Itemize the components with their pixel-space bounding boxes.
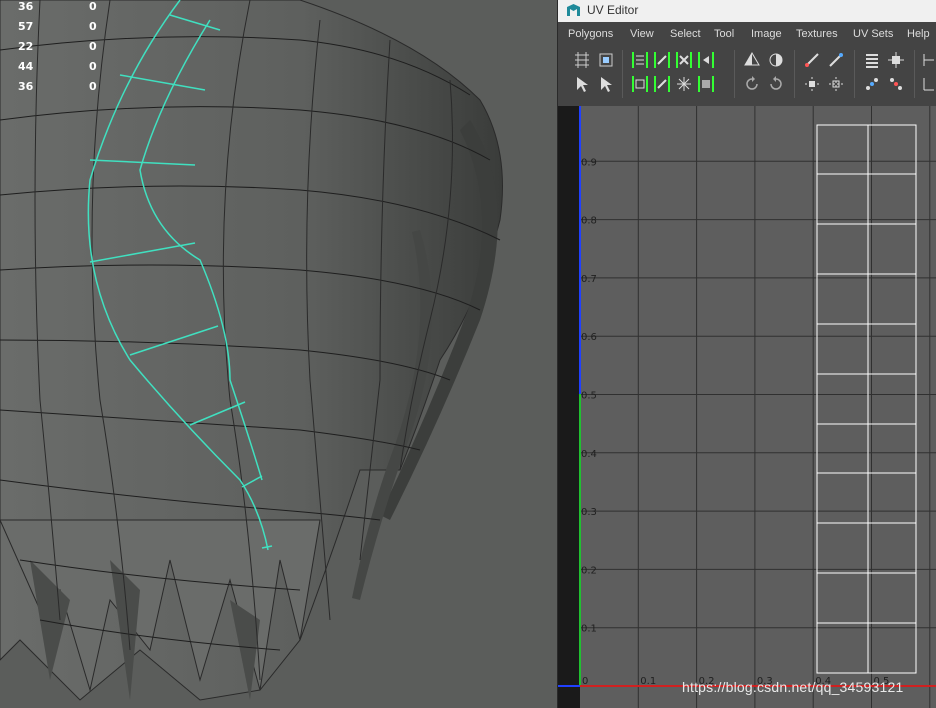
toolbar-separator bbox=[794, 50, 795, 98]
toolbar-separator bbox=[854, 50, 855, 98]
select-arrow-icon[interactable] bbox=[572, 74, 592, 94]
hud-row-value: 0 bbox=[89, 20, 97, 33]
cut-uv-edges-icon[interactable] bbox=[630, 50, 650, 70]
flip-v-icon[interactable] bbox=[766, 50, 786, 70]
align-v-icon[interactable] bbox=[826, 50, 846, 70]
hud-row: 22 0 bbox=[0, 40, 120, 60]
watermark: https://blog.csdn.net/qq_34593121 bbox=[682, 679, 904, 695]
menu-polygons[interactable]: Polygons bbox=[568, 28, 613, 40]
unfold-icon[interactable] bbox=[652, 74, 672, 94]
menu-view[interactable]: View bbox=[630, 28, 654, 40]
toolbar-separator bbox=[734, 50, 735, 98]
hud-row-value: 0 bbox=[89, 40, 97, 53]
menu-select[interactable]: Select bbox=[670, 28, 701, 40]
normalize-icon[interactable] bbox=[886, 74, 906, 94]
hud-row-label: 36 bbox=[18, 80, 34, 93]
uv-shell-grid-icon[interactable] bbox=[572, 50, 592, 70]
uv-v-tick-label: 0.4 bbox=[581, 449, 597, 460]
rotate-cw-icon[interactable] bbox=[766, 74, 786, 94]
uv-v-tick-label: 0.1 bbox=[581, 624, 597, 635]
3d-viewport[interactable]: 36 0 57 0 22 0 44 0 36 0 bbox=[0, 0, 557, 708]
move-and-sew-icon[interactable] bbox=[630, 74, 650, 94]
menu-image[interactable]: Image bbox=[751, 28, 782, 40]
menu-uv-sets[interactable]: UV Sets bbox=[853, 28, 893, 40]
uv-editor-menubar: Polygons View Select Tool Image Textures… bbox=[558, 22, 936, 46]
layout-icon[interactable] bbox=[696, 74, 716, 94]
orient-shells-icon[interactable] bbox=[886, 50, 906, 70]
rotate-ccw-icon[interactable] bbox=[742, 74, 762, 94]
merge-uvs-icon[interactable] bbox=[696, 50, 716, 70]
hair-mesh bbox=[0, 0, 557, 708]
uv-editor-titlebar[interactable]: UV Editor bbox=[558, 0, 936, 22]
uv-snapshot-icon[interactable] bbox=[596, 50, 616, 70]
uv-editor-window: UV Editor Polygons View Select Tool Imag… bbox=[557, 0, 936, 708]
uv-grid: 0.90.80.70.60.50.40.30.20.10 0.1 0.2 0.3 0.4… bbox=[558, 106, 936, 708]
menu-help[interactable]: Help bbox=[907, 28, 930, 40]
stack-shells-icon[interactable] bbox=[862, 50, 882, 70]
maya-logo-icon bbox=[567, 4, 580, 16]
select-tool-icon[interactable] bbox=[596, 74, 616, 94]
toolbar-separator bbox=[622, 50, 623, 98]
split-uvs-icon[interactable] bbox=[674, 50, 694, 70]
distribute-icon[interactable] bbox=[826, 74, 846, 94]
hud-row-label: 22 bbox=[18, 40, 34, 53]
overflow-icon[interactable] bbox=[920, 50, 936, 70]
snap-icon[interactable] bbox=[802, 74, 822, 94]
uv-v-tick-label: 0.9 bbox=[581, 157, 597, 168]
uv-v-tick-label: 0.7 bbox=[581, 274, 597, 285]
hud-row-label: 44 bbox=[18, 60, 34, 73]
hud-row: 36 0 bbox=[0, 0, 120, 20]
uv-v-tick-label: 0.2 bbox=[581, 565, 597, 576]
hud-row-value: 0 bbox=[89, 0, 97, 13]
toolbar-separator bbox=[914, 50, 915, 98]
overflow-icon[interactable] bbox=[920, 74, 936, 94]
uv-v-tick-label: 0.5 bbox=[581, 391, 597, 402]
hud-row-value: 0 bbox=[89, 80, 97, 93]
hud-row-value: 0 bbox=[89, 60, 97, 73]
uv-offscreen-strip bbox=[558, 106, 580, 708]
menu-textures[interactable]: Textures bbox=[796, 28, 838, 40]
uv-v-tick-label: 0.3 bbox=[581, 507, 597, 518]
hud-row: 36 0 bbox=[0, 80, 120, 100]
window-title: UV Editor bbox=[587, 3, 639, 17]
hud-row: 44 0 bbox=[0, 60, 120, 80]
hud-row-label: 57 bbox=[18, 20, 34, 33]
uv-editor-toolbar bbox=[558, 46, 936, 102]
menu-tool[interactable]: Tool bbox=[714, 28, 734, 40]
grid-uvs-icon[interactable] bbox=[862, 74, 882, 94]
sew-uv-edges-icon[interactable] bbox=[652, 50, 672, 70]
uv-canvas[interactable]: 0.9 0.8 0.7 0.6 0.5 0.4 0.3 0.2 0.1 0 0.1 0.2 0.3 0.4… bbox=[558, 106, 936, 708]
uv-v-tick-label: 0.6 bbox=[581, 332, 597, 343]
optimize-icon[interactable] bbox=[674, 74, 694, 94]
hud-row: 57 0 bbox=[0, 20, 120, 40]
uv-v-tick-label: 0.8 bbox=[581, 216, 597, 227]
flip-u-icon[interactable] bbox=[742, 50, 762, 70]
align-u-icon[interactable] bbox=[802, 50, 822, 70]
hud-row-label: 36 bbox=[18, 0, 34, 13]
